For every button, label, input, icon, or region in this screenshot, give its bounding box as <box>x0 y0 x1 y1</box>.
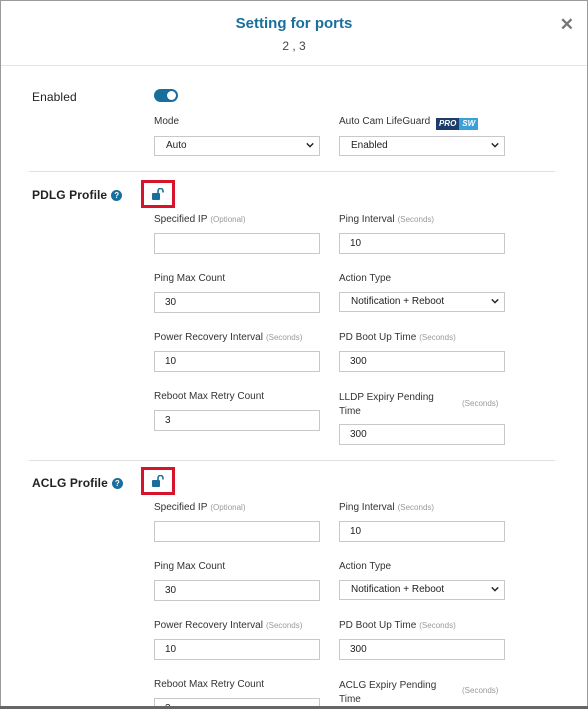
aclg-expiry-hint: (Seconds) <box>462 686 499 695</box>
aclg-pd-boot-input[interactable] <box>339 639 505 660</box>
label-text: Specified IP <box>154 502 208 513</box>
unlock-icon <box>152 475 164 487</box>
aclg-action-type-select[interactable]: Notification + Reboot <box>339 580 505 600</box>
pdlg-title-text: PDLG Profile <box>32 188 108 202</box>
badge-pro: PRO <box>435 118 460 130</box>
dialog-title: Setting for ports <box>235 15 353 32</box>
pdlg-expiry-input[interactable] <box>339 424 505 445</box>
pdlg-unlock-button[interactable] <box>141 180 175 208</box>
pdlg-ping-max-input[interactable] <box>154 292 320 313</box>
mode-select[interactable]: Auto <box>154 136 320 156</box>
hint-text: (Seconds) <box>419 333 456 342</box>
aclg-unlock-button[interactable] <box>141 467 175 495</box>
pdlg-power-recovery-input[interactable] <box>154 351 320 372</box>
pdlg-reboot-max-input[interactable] <box>154 410 320 431</box>
label-text: PD Boot Up Time <box>339 620 417 631</box>
aclg-specified-ip-label: Specified IP (Optional) <box>154 502 246 513</box>
aclg-action-type-label: Action Type <box>339 561 392 572</box>
hint-text: (Optional) <box>210 215 246 224</box>
chevron-down-icon <box>491 298 499 304</box>
pdlg-ping-interval-label: Ping Interval (Seconds) <box>339 214 434 225</box>
badge-sw: SW <box>459 118 479 130</box>
pdlg-reboot-max-label: Reboot Max Retry Count <box>154 391 265 402</box>
close-icon[interactable]: ✕ <box>560 15 574 35</box>
enabled-label: Enabled <box>32 90 77 104</box>
hint-text: (Seconds) <box>265 621 303 630</box>
pdlg-action-type-select[interactable]: Notification + Reboot <box>339 292 505 312</box>
chevron-down-icon <box>491 586 499 592</box>
action-type-value: Notification + Reboot <box>351 584 445 595</box>
hint-text: (Seconds) <box>397 215 435 224</box>
aclg-specified-ip-input[interactable] <box>154 521 320 542</box>
aclg-title-text: ACLG Profile <box>32 476 108 490</box>
aclg-pd-boot-label: PD Boot Up Time (Seconds) <box>339 620 456 631</box>
port-settings-dialog: Setting for ports 2 , 3 ✕ Enabled Mode A… <box>0 0 588 709</box>
aclg-profile-title: ACLG Profile? <box>32 476 123 490</box>
label-text: Power Recovery Interval <box>154 332 263 343</box>
hint-text: (Seconds) <box>419 621 456 630</box>
aclg-ping-max-input[interactable] <box>154 580 320 601</box>
aclg-ping-max-label: Ping Max Count <box>154 561 226 572</box>
mode-value: Auto <box>166 140 187 151</box>
pdlg-expiry-hint: (Seconds) <box>462 399 499 408</box>
lifeguard-label-text: Auto Cam LifeGuard <box>339 116 431 127</box>
chevron-down-icon <box>306 142 314 148</box>
aclg-power-recovery-label: Power Recovery Interval (Seconds) <box>154 620 302 631</box>
hint-text: (Seconds) <box>397 503 435 512</box>
unlock-icon <box>152 188 164 200</box>
action-type-value: Notification + Reboot <box>351 296 445 307</box>
header-divider <box>1 65 587 66</box>
enabled-toggle[interactable] <box>154 89 178 102</box>
pdlg-expiry-label: LLDP Expiry Pending Time <box>339 392 434 417</box>
aclg-power-recovery-input[interactable] <box>154 639 320 660</box>
label-text: Specified IP <box>154 214 208 225</box>
pro-sw-badge: PRO SW <box>435 118 479 130</box>
pdlg-action-type-label: Action Type <box>339 273 392 284</box>
pdlg-pd-boot-input[interactable] <box>339 351 505 372</box>
aclg-expiry-label: ACLG Expiry Pending Time <box>339 680 437 705</box>
pdlg-specified-ip-label: Specified IP (Optional) <box>154 214 246 225</box>
lifeguard-label: Auto Cam LifeGuard PRO SW <box>339 116 479 130</box>
hint-text: (Optional) <box>210 503 246 512</box>
section-divider <box>29 460 555 461</box>
toggle-knob <box>167 91 176 100</box>
dialog-ports: 2 , 3 <box>282 39 306 53</box>
label-text: Power Recovery Interval <box>154 620 263 631</box>
pdlg-specified-ip-input[interactable] <box>154 233 320 254</box>
mode-label: Mode <box>154 116 180 127</box>
pdlg-ping-max-label: Ping Max Count <box>154 273 226 284</box>
label-text: Ping Interval <box>339 214 395 225</box>
label-text: Ping Interval <box>339 502 395 513</box>
pdlg-ping-interval-input[interactable] <box>339 233 505 254</box>
aclg-ping-interval-label: Ping Interval (Seconds) <box>339 502 434 513</box>
pdlg-profile-title: PDLG Profile? <box>32 188 123 202</box>
help-icon[interactable]: ? <box>111 190 123 201</box>
label-text: PD Boot Up Time <box>339 332 417 343</box>
chevron-down-icon <box>491 142 499 148</box>
aclg-reboot-max-label: Reboot Max Retry Count <box>154 679 265 690</box>
pdlg-power-recovery-label: Power Recovery Interval (Seconds) <box>154 332 302 343</box>
aclg-ping-interval-input[interactable] <box>339 521 505 542</box>
section-divider <box>29 171 555 172</box>
lifeguard-select[interactable]: Enabled <box>339 136 505 156</box>
hint-text: (Seconds) <box>265 333 303 342</box>
help-icon[interactable]: ? <box>111 478 123 489</box>
pdlg-pd-boot-label: PD Boot Up Time (Seconds) <box>339 332 456 343</box>
lifeguard-value: Enabled <box>351 140 388 151</box>
